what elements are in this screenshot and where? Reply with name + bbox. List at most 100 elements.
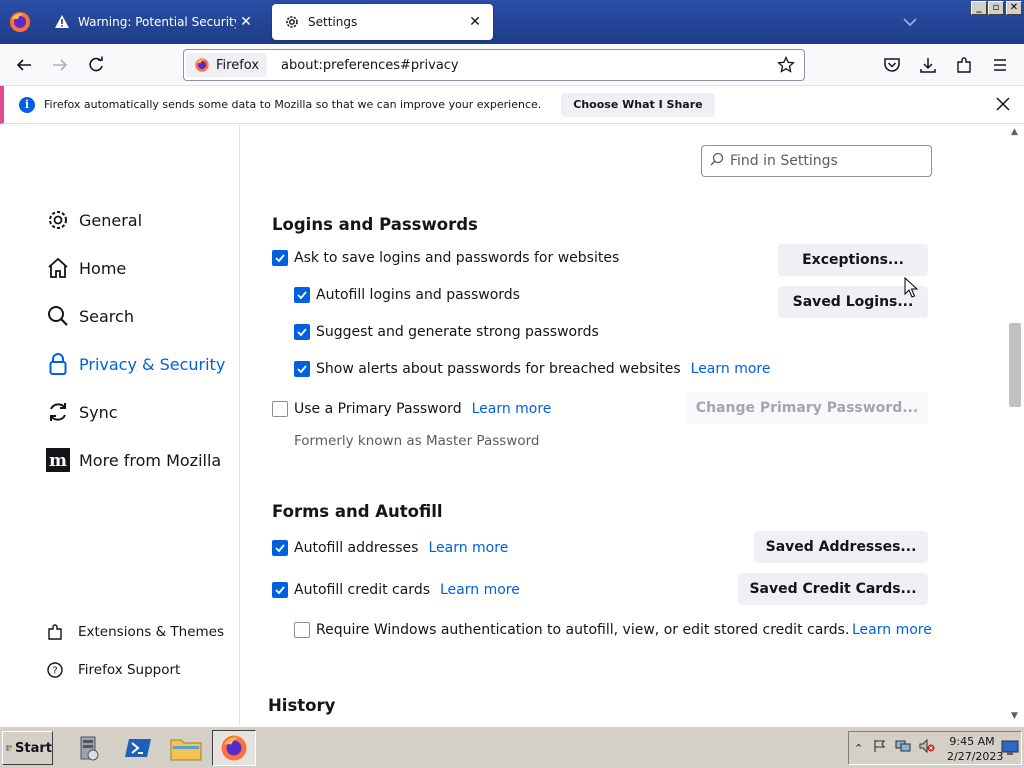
sync-icon (46, 400, 70, 424)
warning-icon (54, 14, 70, 30)
settings-sidebar: General Home Search Privacy & Security S… (0, 125, 240, 725)
downloads-icon[interactable] (916, 53, 940, 77)
checkbox-unchecked[interactable] (272, 401, 288, 417)
navigation-toolbar: Firefox about:preferences#privacy (0, 44, 1024, 86)
tab-strip: Warning: Potential Security Risk Ahead ✕… (0, 0, 1024, 44)
suggest-passwords-row[interactable]: Suggest and generate strong passwords (294, 321, 599, 343)
identity-label: Firefox (216, 57, 260, 73)
tab-settings[interactable]: Settings ✕ (272, 4, 493, 40)
extensions-icon[interactable] (952, 53, 976, 77)
checkbox-checked[interactable] (294, 287, 310, 303)
forward-icon[interactable] (48, 53, 72, 77)
home-icon (46, 256, 70, 280)
checkbox-label: Require Windows authentication to autofi… (316, 622, 850, 638)
firefox-logo-icon (195, 58, 209, 72)
firefox-view-icon[interactable] (8, 10, 32, 34)
mouse-cursor-icon (904, 276, 919, 303)
autofill-logins-row[interactable]: Autofill logins and passwords (294, 284, 520, 306)
chevron-down-icon[interactable] (900, 12, 920, 32)
tab-title: Settings (308, 15, 358, 29)
reload-icon[interactable] (84, 53, 108, 77)
primary-password-row[interactable]: Use a Primary Password Learn more (272, 398, 551, 420)
category-general[interactable]: General (46, 205, 142, 235)
category-privacy[interactable]: Privacy & Security (46, 349, 225, 379)
category-search[interactable]: Search (46, 301, 134, 331)
lock-icon (46, 352, 70, 376)
svg-text:m: m (49, 451, 67, 471)
category-label: Privacy & Security (79, 354, 226, 374)
checkbox-checked[interactable] (272, 582, 288, 598)
show-desktop-icon[interactable] (1001, 740, 1019, 760)
category-sync[interactable]: Sync (46, 397, 118, 427)
restore-button[interactable]: ▫ (988, 1, 1004, 15)
svg-text:?: ? (52, 666, 57, 677)
vertical-scrollbar[interactable]: ▲ ▼ (1007, 125, 1024, 725)
learn-more-link[interactable]: Learn more (691, 361, 771, 377)
settings-page: General Home Search Privacy & Security S… (0, 125, 1024, 725)
show-hidden-icons-icon[interactable]: ⌃ (854, 742, 863, 755)
pocket-icon[interactable] (880, 53, 904, 77)
tab-security-warning[interactable]: Warning: Potential Security Risk Ahead ✕ (42, 4, 264, 40)
checkbox-checked[interactable] (294, 324, 310, 340)
powershell-icon[interactable] (116, 730, 160, 766)
close-icon[interactable] (994, 95, 1012, 113)
checkbox-checked[interactable] (294, 361, 310, 377)
learn-more-link[interactable]: Learn more (852, 622, 932, 638)
notification-text: Firefox automatically sends some data to… (44, 98, 542, 111)
action-center-flag-icon[interactable] (873, 739, 887, 757)
change-primary-password-button[interactable]: Change Primary Password... (686, 392, 928, 424)
identity-box[interactable]: Firefox (186, 53, 268, 77)
hamburger-menu-icon[interactable] (988, 53, 1012, 77)
checkbox-label: Autofill addresses (294, 540, 419, 556)
require-auth-learn-more-row: Learn more (842, 619, 932, 641)
category-label: Home (79, 258, 127, 278)
clock-time: 9:45 AM (949, 735, 995, 748)
checkbox-unchecked[interactable] (294, 622, 310, 638)
breach-alerts-row[interactable]: Show alerts about passwords for breached… (294, 358, 770, 380)
choose-what-i-share-button[interactable]: Choose What I Share (561, 92, 715, 117)
learn-more-link[interactable]: Learn more (440, 582, 520, 598)
scrollbar-thumb[interactable] (1009, 323, 1021, 407)
category-home[interactable]: Home (46, 253, 126, 283)
saved-addresses-button[interactable]: Saved Addresses... (754, 531, 928, 563)
network-icon[interactable] (895, 739, 911, 757)
autofill-cards-row[interactable]: Autofill credit cards Learn more (272, 579, 520, 601)
ask-save-logins-row[interactable]: Ask to save logins and passwords for web… (272, 247, 619, 269)
system-clock[interactable]: 9:45 AM 2/27/2023 (947, 734, 1003, 764)
checkbox-checked[interactable] (272, 250, 288, 266)
bookmark-star-icon[interactable] (774, 53, 798, 77)
start-button[interactable]: Start (2, 731, 53, 765)
server-manager-icon[interactable] (66, 730, 110, 766)
exceptions-button[interactable]: Exceptions... (778, 244, 928, 276)
data-collection-notification: i Firefox automatically sends some data … (0, 86, 1024, 124)
minimize-button[interactable]: _ (971, 1, 987, 15)
gear-icon (284, 14, 300, 30)
file-explorer-icon[interactable] (164, 730, 208, 766)
search-input[interactable]: Find in Settings (701, 145, 932, 177)
close-tab-icon[interactable]: ✕ (236, 12, 256, 32)
category-label: Sync (79, 402, 118, 422)
back-icon[interactable] (12, 53, 36, 77)
scroll-up-icon[interactable]: ▲ (1011, 127, 1018, 137)
windows-logo-icon (6, 745, 12, 751)
url-bar[interactable]: Firefox about:preferences#privacy (183, 49, 805, 81)
learn-more-link[interactable]: Learn more (428, 540, 508, 556)
checkbox-checked[interactable] (272, 540, 288, 556)
firefox-taskbar-icon[interactable] (212, 730, 256, 766)
category-more-from-mozilla[interactable]: m More from Mozilla (46, 445, 221, 475)
volume-muted-icon[interactable] (919, 738, 935, 757)
autofill-addresses-row[interactable]: Autofill addresses Learn more (272, 537, 508, 559)
require-auth-row[interactable]: Require Windows authentication to autofi… (294, 619, 849, 641)
url-text[interactable]: about:preferences#privacy (281, 58, 774, 73)
close-window-button[interactable]: ✕ (1006, 1, 1022, 15)
help-icon: ? (46, 661, 64, 679)
saved-credit-cards-button[interactable]: Saved Credit Cards... (738, 573, 928, 605)
learn-more-link[interactable]: Learn more (472, 401, 552, 417)
scroll-down-icon[interactable]: ▼ (1011, 711, 1018, 721)
extensions-themes-link[interactable]: Extensions & Themes (46, 621, 224, 643)
history-heading: History (268, 696, 336, 715)
tab-title: Warning: Potential Security Risk Ahead (78, 15, 236, 29)
firefox-support-link[interactable]: ? Firefox Support (46, 659, 180, 681)
checkbox-label: Use a Primary Password (294, 401, 462, 417)
close-tab-icon[interactable]: ✕ (465, 12, 485, 32)
